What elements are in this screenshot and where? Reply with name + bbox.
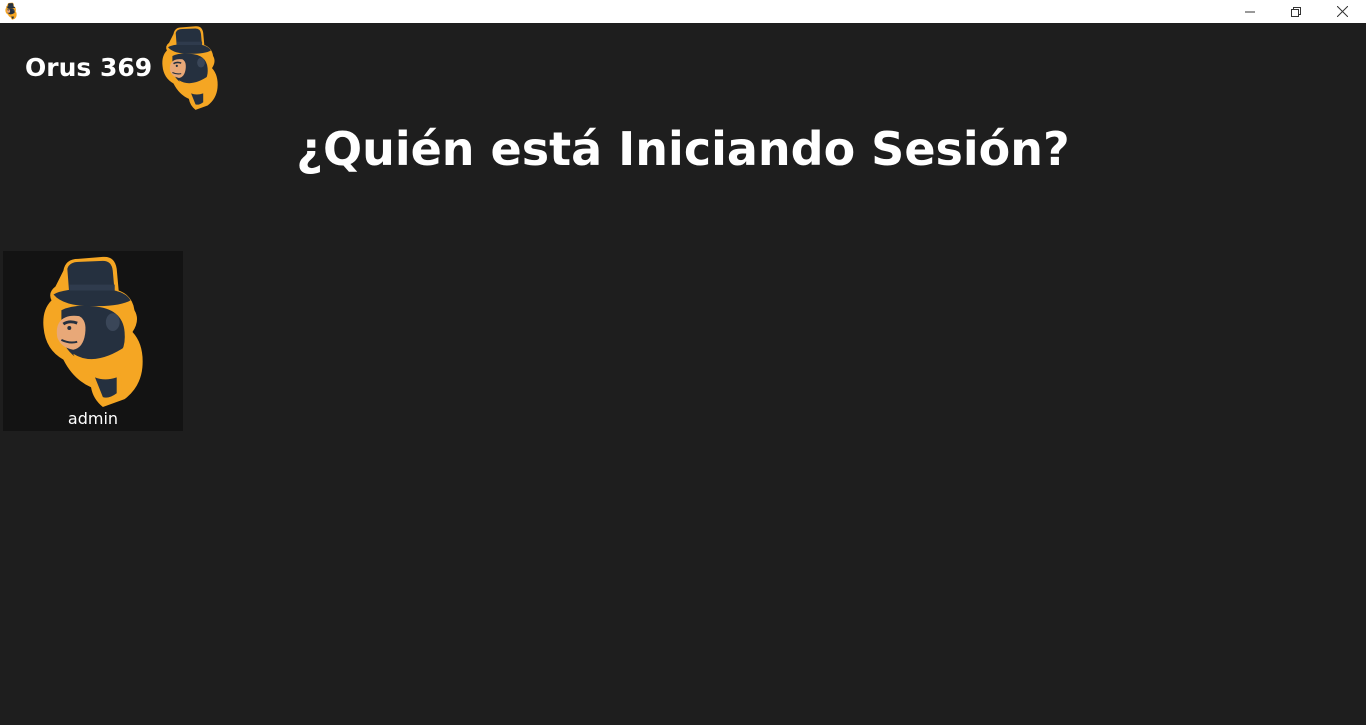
page-title: ¿Quién está Iniciando Sesión? (296, 122, 1070, 176)
profile-card-admin[interactable]: admin (3, 251, 183, 431)
window-title-bar (0, 0, 1366, 23)
restore-icon (1291, 6, 1301, 17)
app-icon (2, 2, 20, 20)
profile-select-screen: Orus 369 ¿Quién está Iniciando Sesión? a… (0, 23, 1366, 725)
close-button[interactable] (1319, 0, 1365, 23)
minimize-icon (1245, 11, 1255, 12)
gorilla-top-hat-logo-icon (155, 23, 225, 111)
restore-button[interactable] (1273, 0, 1319, 23)
close-icon (1336, 6, 1348, 17)
gorilla-top-hat-avatar-icon (33, 251, 153, 409)
profile-name: admin (67, 409, 119, 428)
minimize-button[interactable] (1227, 0, 1273, 23)
brand-name: Orus 369 (25, 53, 153, 82)
